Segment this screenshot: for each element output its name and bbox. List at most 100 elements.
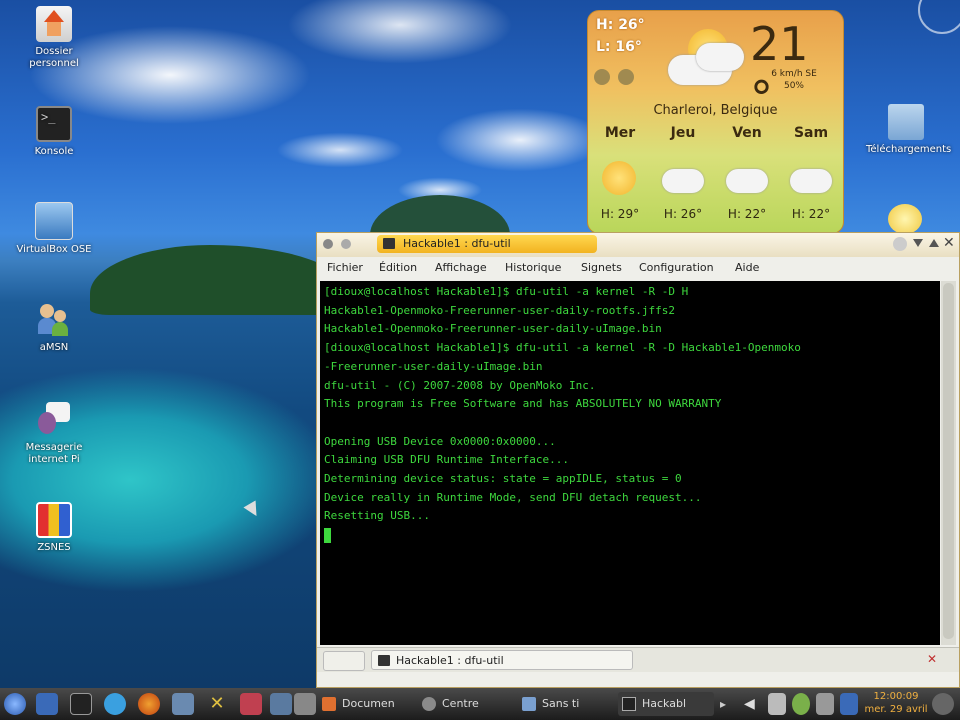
desktop-icon-konsole[interactable]: >_ Konsole [14,106,94,158]
desktop-icon-home[interactable]: Dossier personnel [14,6,94,70]
terminal-line: Resetting USB... [324,509,430,523]
window-title-text: Hackable1 : dfu-util [403,237,511,250]
window-title: Hackable1 : dfu-util [377,235,597,253]
desktop-toolbox-icon[interactable] [932,693,954,715]
menu-configuration[interactable]: Configuration [639,257,714,279]
network-icon[interactable] [172,693,194,715]
printer-icon[interactable] [294,693,316,715]
forecast-day-name: Jeu [670,125,696,141]
refresh-icon[interactable] [618,69,634,85]
weather-city: Charleroi, Belgique [653,103,778,118]
desktop-switch-icon[interactable] [36,693,58,715]
editor-icon [522,697,536,711]
home-folder-icon [322,697,336,711]
terminal-icon [383,238,395,249]
cloud-icon [726,169,768,193]
close-icon[interactable]: ✕ [943,235,955,251]
clock[interactable]: 12:00:09 mer. 29 avril [864,690,928,716]
desktop-icon-amsn[interactable]: aMSN [14,302,94,354]
terminal-line: dfu-util - (C) 2007-2008 by OpenMoko Inc… [324,378,596,392]
task-label: Sans ti [542,697,580,710]
forecast-day-name: Ven [732,125,762,141]
window-titlebar[interactable]: Hackable1 : dfu-util ✕ [317,233,959,257]
minimize-icon[interactable] [913,239,923,247]
clipboard-icon[interactable] [768,693,786,715]
download-folder-icon [888,104,924,140]
virtualbox-icon [35,202,73,240]
update-icon[interactable] [104,693,126,715]
terminal-line: Device really in Runtime Mode, send DFU … [324,490,702,504]
maximize-icon[interactable] [929,239,939,247]
new-tab-button[interactable] [323,651,365,671]
menu-aide[interactable]: Aide [735,257,759,279]
desktop-icon-label: VirtualBox OSE [16,244,92,255]
tab-hackable1[interactable]: Hackable1 : dfu-util [371,650,633,670]
kde-menu-icon[interactable] [4,693,26,715]
forecast-day-name: Mer [604,125,636,141]
smiley-icon[interactable] [888,204,922,234]
amsn-icon[interactable] [240,693,262,715]
mouse-cursor [243,500,263,520]
menu-historique[interactable]: Historique [505,257,561,279]
menu-signets[interactable]: Signets [581,257,622,279]
terminal-icon [378,655,390,666]
desktop-icon-label: Téléchargements [866,144,952,155]
settings-icon[interactable] [594,69,610,85]
konsole-window: Hackable1 : dfu-util ✕ Fichier Édition A… [316,232,960,688]
notification-icon[interactable] [840,693,858,715]
firefox-icon[interactable] [138,693,160,715]
task-sans-titre[interactable]: Sans ti [518,692,614,716]
clock-time: 12:00:09 [873,691,919,702]
menu-edition[interactable]: Édition [379,257,417,279]
menu-fichier[interactable]: Fichier [327,257,363,279]
scrollbar-thumb[interactable] [943,283,954,639]
weather-widget: H: 26° L: 16° 21 ° 6 km/h SE 50% Charler… [587,10,844,234]
forecast-high: H: 22° [727,207,767,221]
terminal-line: [dioux@localhost Hackable1]$ dfu-util -a… [324,285,689,298]
desktop-icon-messenger[interactable]: Messagerie internet Pi [14,402,94,466]
pin-icon[interactable] [341,239,351,249]
desktop-icon-label: aMSN [39,342,69,353]
task-documents[interactable]: Documen [318,692,414,716]
settings-icon [422,697,436,711]
taskbar: ✕ Documen Centre Sans ti Hackabl ▸ ◀ 12:… [0,688,960,720]
terminal-icon[interactable] [70,693,92,715]
forecast-day-name: Sam [793,125,829,141]
terminal-output[interactable]: [dioux@localhost Hackable1]$ dfu-util -a… [320,281,940,645]
task-centre[interactable]: Centre [418,692,514,716]
task-hackable[interactable]: Hackabl [618,692,714,716]
task-label: Hackabl [642,697,687,710]
terminal-line: Hackable1-Openmoko-Freerunner-user-daily… [324,322,662,336]
terminal-line: Hackable1-Openmoko-Freerunner-user-daily… [324,303,675,317]
desktop-icon-label: ZSNES [37,542,71,553]
cloud-icon [696,43,744,71]
tools-icon[interactable]: ✕ [206,693,228,715]
cloud-icon [790,169,832,193]
power-icon[interactable] [792,693,810,715]
help-icon[interactable] [893,237,907,251]
island-landscape [90,245,350,315]
close-tab-icon[interactable]: ✕ [927,652,937,666]
cloud-icon [662,169,704,193]
volume-icon[interactable]: ◀ [744,693,762,715]
desktop-icon-virtualbox[interactable]: VirtualBox OSE [14,202,94,256]
home-folder-icon [36,6,72,42]
window-menu-icon[interactable] [323,239,333,249]
desktop-icon-zsnes[interactable]: ZSNES [14,502,94,554]
terminal-line: Determining device status: state = appID… [324,472,682,486]
terminal-line: [dioux@localhost Hackable1]$ dfu-util -a… [324,341,801,355]
display-icon[interactable] [270,693,292,715]
terminal-line: This program is Free Software and has AB… [324,397,722,411]
plasma-toolbox-icon[interactable] [918,0,960,34]
desktop-icon-label: Messagerie internet Pi [25,442,83,465]
weather-low: L: 16° [596,39,642,55]
desktop-icon-downloads[interactable]: Téléchargements [866,104,951,156]
terminal-cursor [324,528,331,544]
desktop-icon-label: Konsole [34,146,74,157]
menubar: Fichier Édition Affichage Historique Sig… [317,257,959,279]
menu-affichage[interactable]: Affichage [435,257,487,279]
task-label: Documen [342,697,395,710]
forecast-high: H: 29° [600,207,640,221]
battery-icon[interactable] [816,693,834,715]
tray-arrow-icon[interactable]: ▸ [720,693,736,715]
